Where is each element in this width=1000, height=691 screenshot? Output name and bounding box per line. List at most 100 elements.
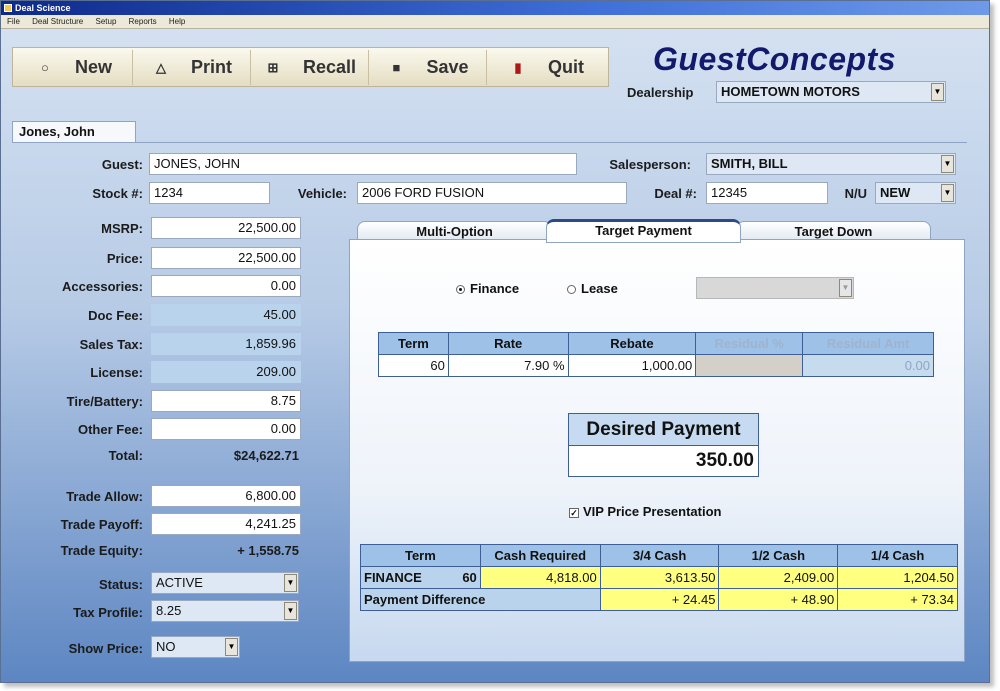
residual-amount-header: Residual Amt bbox=[802, 332, 934, 355]
doc-fee-value: 45.00 bbox=[151, 304, 301, 326]
finance-radio[interactable]: Finance bbox=[456, 281, 519, 296]
show-price-select[interactable]: NO ▼ bbox=[151, 636, 240, 658]
status-select[interactable]: ACTIVE ▼ bbox=[151, 572, 299, 594]
total-label: Total: bbox=[108, 448, 143, 463]
quit-button[interactable]: ▮ Quit bbox=[489, 50, 605, 85]
trade-allow-field[interactable]: 6,800.00 bbox=[151, 485, 301, 507]
cash-required-cell: 4,818.00 bbox=[479, 566, 601, 589]
tire-battery-field[interactable]: 8.75 bbox=[151, 390, 301, 412]
dealership-select[interactable]: HOMETOWN MOTORS ▼ bbox=[716, 81, 946, 103]
other-fee-field[interactable]: 0.00 bbox=[151, 418, 301, 440]
sales-tax-label: Sales Tax: bbox=[79, 337, 143, 352]
desired-payment-field[interactable]: 350.00 bbox=[569, 446, 758, 476]
lease-radio-label: Lease bbox=[581, 281, 618, 296]
accessories-label: Accessories: bbox=[62, 279, 143, 294]
msrp-field[interactable]: 22,500.00 bbox=[151, 217, 301, 239]
residual-amount-cell: 0.00 bbox=[802, 354, 934, 377]
stock-field[interactable]: 1234 bbox=[149, 182, 270, 204]
finance-row-label: FINANCE 60 bbox=[360, 566, 481, 589]
menu-file[interactable]: File bbox=[7, 17, 20, 26]
show-price-label: Show Price: bbox=[68, 641, 143, 656]
new-button[interactable]: ○ New bbox=[17, 50, 133, 85]
vehicle-label: Vehicle: bbox=[297, 186, 347, 201]
save-button[interactable]: ■ Save bbox=[371, 50, 487, 85]
radio-selected-icon bbox=[456, 285, 465, 295]
total-value: $24,622.71 bbox=[233, 448, 299, 463]
term-cell[interactable]: 60 bbox=[378, 354, 449, 377]
salesperson-label: Salesperson: bbox=[609, 157, 691, 172]
cash-term-header: Term bbox=[360, 544, 481, 567]
lease-program-select: ▼ bbox=[696, 277, 854, 299]
deal-number-field[interactable]: 12345 bbox=[706, 182, 828, 204]
deal-number-label: Deal #: bbox=[654, 186, 697, 201]
three-quarter-cash-header: 3/4 Cash bbox=[599, 544, 720, 567]
status-value: ACTIVE bbox=[156, 575, 203, 590]
trade-payoff-label: Trade Payoff: bbox=[60, 517, 143, 532]
recall-icon: ⊞ bbox=[267, 59, 279, 75]
print-icon: △ bbox=[155, 59, 166, 75]
quarter-cash-header: 1/4 Cash bbox=[837, 544, 958, 567]
quit-icon: ▮ bbox=[514, 59, 522, 75]
menu-help[interactable]: Help bbox=[169, 17, 185, 26]
quit-label: Quit bbox=[548, 57, 584, 77]
chevron-down-icon[interactable]: ▼ bbox=[284, 602, 297, 620]
nu-select[interactable]: NEW ▼ bbox=[875, 182, 956, 204]
lease-radio[interactable]: Lease bbox=[567, 281, 618, 296]
chevron-down-icon[interactable]: ▼ bbox=[931, 83, 944, 101]
tire-battery-label: Tire/Battery: bbox=[66, 394, 143, 409]
desired-payment-label: Desired Payment bbox=[569, 414, 758, 446]
vehicle-field[interactable]: 2006 FORD FUSION bbox=[357, 182, 627, 204]
tax-profile-select[interactable]: 8.25 ▼ bbox=[151, 600, 299, 622]
accessories-field[interactable]: 0.00 bbox=[151, 275, 301, 297]
dealership-value: HOMETOWN MOTORS bbox=[721, 84, 860, 99]
desired-payment-box: Desired Payment 350.00 bbox=[568, 413, 759, 477]
salesperson-select[interactable]: SMITH, BILL ▼ bbox=[706, 153, 956, 175]
menu-deal-structure[interactable]: Deal Structure bbox=[32, 17, 83, 26]
tax-profile-label: Tax Profile: bbox=[73, 605, 143, 620]
vip-price-label: VIP Price Presentation bbox=[583, 504, 722, 519]
doc-fee-label: Doc Fee: bbox=[88, 308, 143, 323]
trade-payoff-field[interactable]: 4,241.25 bbox=[151, 513, 301, 535]
half-diff-cell: + 48.90 bbox=[718, 588, 839, 611]
menu-setup[interactable]: Setup bbox=[96, 17, 117, 26]
vip-price-checkbox[interactable]: ✓ VIP Price Presentation bbox=[569, 504, 722, 519]
tab-target-payment[interactable]: Target Payment bbox=[546, 219, 741, 243]
status-label: Status: bbox=[98, 577, 143, 592]
finance-row-term: 60 bbox=[462, 570, 477, 585]
guest-field[interactable]: JONES, JOHN bbox=[149, 153, 577, 175]
document-tab-divider bbox=[12, 142, 967, 143]
quarter-cash-cell: 1,204.50 bbox=[837, 566, 958, 589]
chevron-down-icon[interactable]: ▼ bbox=[284, 574, 297, 592]
residual-percent-cell bbox=[695, 354, 804, 377]
checkmark-icon: ✓ bbox=[569, 507, 579, 518]
tax-profile-value: 8.25 bbox=[156, 603, 182, 618]
trade-allow-label: Trade Allow: bbox=[66, 489, 143, 504]
finance-radio-label: Finance bbox=[470, 281, 520, 296]
chevron-down-icon[interactable]: ▼ bbox=[941, 155, 954, 173]
brand-logo: GuestConcepts bbox=[653, 41, 896, 77]
chevron-down-icon[interactable]: ▼ bbox=[225, 638, 238, 656]
guest-label: Guest: bbox=[101, 157, 143, 172]
title-bar: Deal Science bbox=[1, 1, 989, 15]
app-icon bbox=[4, 4, 12, 12]
print-button[interactable]: △ Print bbox=[135, 50, 251, 85]
toolbar: ○ New △ Print ⊞ Recall ■ Save ▮ Quit bbox=[12, 47, 609, 87]
menu-bar: File Deal Structure Setup Reports Help bbox=[1, 15, 989, 29]
recall-button[interactable]: ⊞ Recall bbox=[253, 50, 369, 85]
msrp-label: MSRP: bbox=[101, 221, 143, 236]
rate-cell[interactable]: 7.90 % bbox=[447, 354, 569, 377]
terms-table: Term Rate Rebate Residual % Residual Amt… bbox=[378, 332, 934, 377]
document-tab[interactable]: Jones, John bbox=[12, 121, 136, 143]
chevron-down-icon: ▼ bbox=[839, 279, 852, 297]
quarter-diff-cell: + 73.34 bbox=[837, 588, 958, 611]
print-label: Print bbox=[190, 57, 232, 77]
rebate-cell[interactable]: 1,000.00 bbox=[567, 354, 697, 377]
menu-reports[interactable]: Reports bbox=[129, 17, 157, 26]
recall-label: Recall bbox=[302, 57, 357, 77]
chevron-down-icon[interactable]: ▼ bbox=[941, 184, 954, 202]
stock-label: Stock #: bbox=[92, 186, 143, 201]
three-quarter-diff-cell: + 24.45 bbox=[599, 588, 720, 611]
price-field[interactable]: 22,500.00 bbox=[151, 247, 301, 269]
price-label: Price: bbox=[106, 251, 143, 266]
trade-equity-value: + 1,558.75 bbox=[237, 543, 299, 558]
